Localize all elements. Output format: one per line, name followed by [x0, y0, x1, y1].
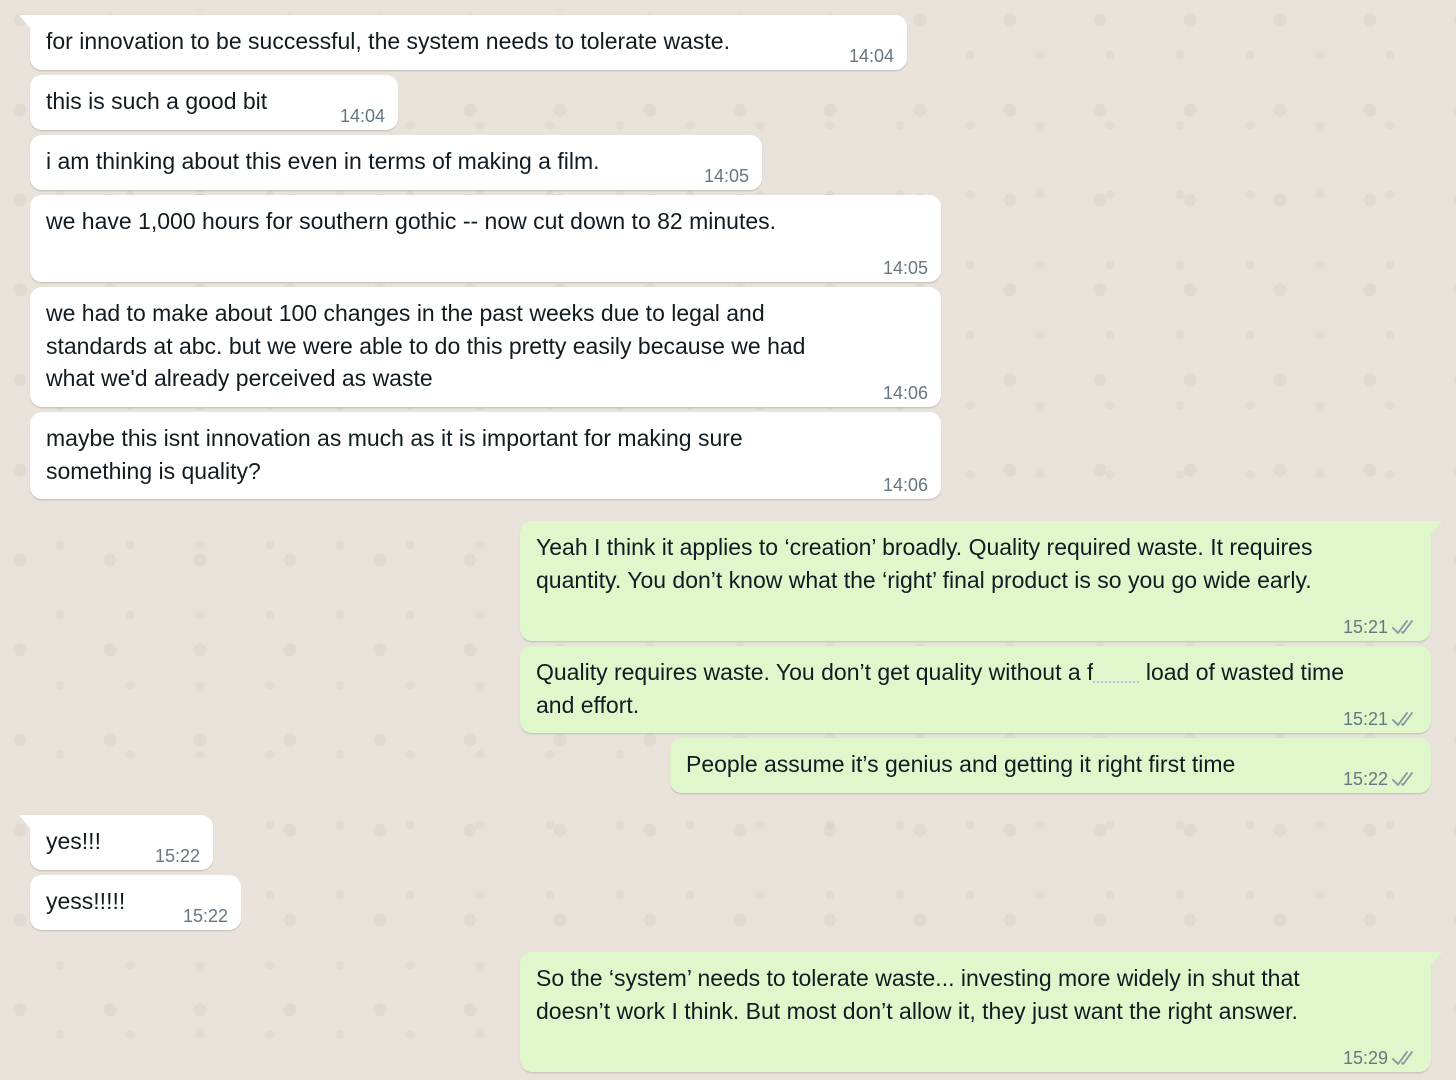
- double-check-icon: [1392, 620, 1413, 634]
- message-incoming[interactable]: yes!!! 15:22: [19, 815, 213, 870]
- message-time: 14:06: [882, 475, 928, 495]
- message-time: 15:29: [1342, 1048, 1388, 1068]
- message-incoming[interactable]: for innovation to be successful, the sys…: [19, 15, 907, 70]
- message-meta: 15:22: [155, 845, 200, 867]
- message-meta: 14:05: [883, 257, 928, 279]
- chat-area: for innovation to be successful, the sys…: [0, 0, 1456, 1080]
- message-meta: 14:05: [704, 165, 749, 187]
- message-meta: 15:29: [1343, 1047, 1418, 1069]
- message-time: 15:22: [1342, 769, 1388, 789]
- message-time: 15:22: [182, 906, 228, 926]
- message-incoming[interactable]: we had to make about 100 changes in the …: [30, 287, 941, 407]
- message-outgoing[interactable]: So the ‘system’ needs to tolerate waste.…: [520, 952, 1442, 1072]
- message-outgoing[interactable]: Quality requires waste. You don’t get qu…: [520, 646, 1431, 733]
- message-time: 14:05: [703, 166, 749, 186]
- message-time: 14:04: [339, 106, 385, 126]
- message-incoming[interactable]: maybe this isnt innovation as much as it…: [30, 412, 941, 499]
- message-text: this is such a good bit: [46, 88, 268, 114]
- message-incoming[interactable]: this is such a good bit 14:04: [30, 75, 398, 130]
- message-incoming[interactable]: i am thinking about this even in terms o…: [30, 135, 762, 190]
- message-meta: 15:21: [1343, 708, 1418, 730]
- message-time: 15:21: [1342, 617, 1388, 637]
- message-meta: 15:21: [1343, 616, 1418, 638]
- double-check-icon: [1392, 712, 1413, 726]
- message-text: People assume it’s genius and getting it…: [686, 751, 1236, 777]
- message-meta: 14:06: [883, 382, 928, 404]
- message-time: 14:05: [882, 258, 928, 278]
- message-time: 15:22: [154, 846, 200, 866]
- message-incoming[interactable]: we have 1,000 hours for southern gothic …: [30, 195, 941, 282]
- message-text: we had to make about 100 changes in the …: [46, 300, 806, 391]
- message-outgoing[interactable]: People assume it’s genius and getting it…: [670, 738, 1431, 793]
- message-incoming[interactable]: yess!!!!! 15:22: [30, 875, 241, 930]
- message-text: we have 1,000 hours for southern gothic …: [46, 208, 777, 234]
- message-time: 15:21: [1342, 709, 1388, 729]
- message-text: maybe this isnt innovation as much as it…: [46, 425, 743, 484]
- message-text-before: Quality requires waste. You don’t get qu…: [536, 659, 1094, 685]
- message-text: Quality requires waste. You don’t get qu…: [536, 656, 1415, 721]
- message-text: i am thinking about this even in terms o…: [46, 148, 600, 174]
- message-meta: 14:04: [340, 105, 385, 127]
- message-meta: 15:22: [1343, 768, 1418, 790]
- message-meta: 14:06: [883, 474, 928, 496]
- message-text: for innovation to be successful, the sys…: [46, 28, 730, 54]
- message-outgoing[interactable]: Yeah I think it applies to ‘creation’ br…: [520, 521, 1442, 641]
- message-meta: 14:04: [849, 45, 894, 67]
- message-text: So the ‘system’ needs to tolerate waste.…: [536, 965, 1300, 1024]
- message-time: 14:06: [882, 383, 928, 403]
- redacted-word: [1093, 659, 1140, 683]
- double-check-icon: [1392, 1051, 1413, 1065]
- message-meta: 15:22: [183, 905, 228, 927]
- message-text: Yeah I think it applies to ‘creation’ br…: [536, 534, 1313, 593]
- double-check-icon: [1392, 772, 1413, 786]
- message-time: 14:04: [848, 46, 894, 66]
